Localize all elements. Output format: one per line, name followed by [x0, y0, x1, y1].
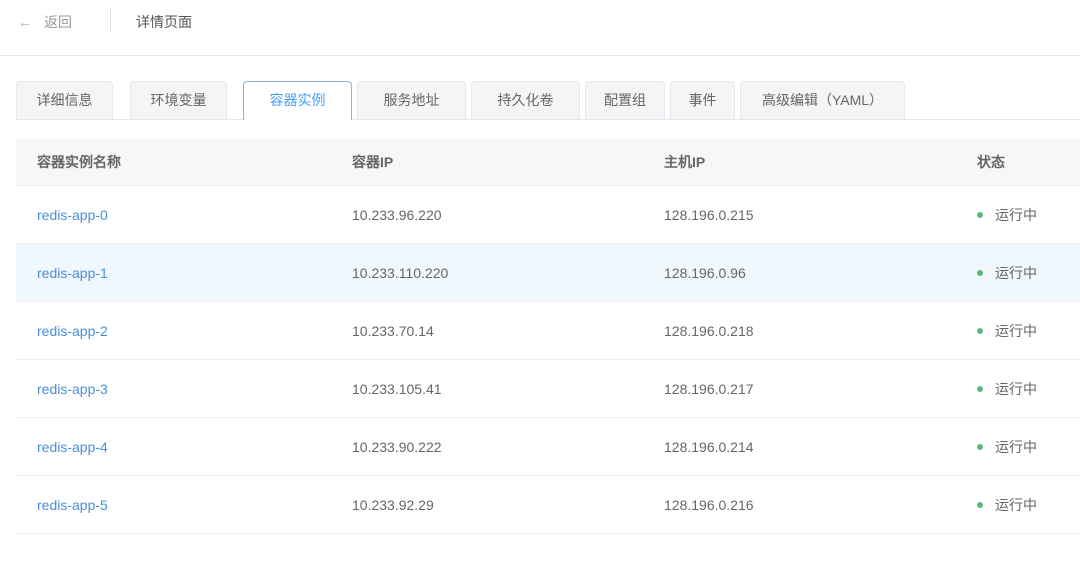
tab-config-group[interactable]: 配置组 — [585, 81, 665, 119]
column-header-status: 状态 — [977, 154, 1005, 170]
host-ip: 128.196.0.217 — [664, 380, 754, 397]
instance-name-link[interactable]: redis-app-2 — [37, 323, 108, 339]
table-header: 容器实例名称 容器IP 主机IP 状态 — [16, 139, 1080, 186]
status-text: 运行中 — [995, 496, 1037, 513]
table-row: redis-app-4 10.233.90.222 128.196.0.214 … — [16, 418, 1080, 476]
column-header-container-ip: 容器IP — [352, 154, 394, 170]
table-row: redis-app-1 10.233.110.220 128.196.0.96 … — [16, 244, 1080, 302]
instance-name-link[interactable]: redis-app-5 — [37, 497, 108, 513]
back-label: 返回 — [44, 14, 72, 30]
tab-yaml-edit[interactable]: 高级编辑（YAML） — [740, 81, 905, 119]
tab-persistent-volumes[interactable]: 持久化卷 — [471, 81, 580, 119]
instance-name-link[interactable]: redis-app-4 — [37, 439, 108, 455]
status: 运行中 — [977, 244, 1037, 301]
container-ip: 10.233.90.222 — [352, 438, 442, 455]
tab-events[interactable]: 事件 — [670, 81, 735, 119]
host-ip: 128.196.0.214 — [664, 438, 754, 455]
tab-env-vars[interactable]: 环境变量 — [130, 81, 227, 119]
status-text: 运行中 — [995, 322, 1037, 339]
tab-details[interactable]: 详细信息 — [16, 81, 113, 119]
top-bar: ← 返回 详情页面 — [0, 0, 1080, 56]
status: 运行中 — [977, 418, 1037, 475]
status-dot-icon — [977, 501, 983, 508]
container-ip: 10.233.110.220 — [352, 264, 449, 281]
status-dot-icon — [977, 327, 983, 334]
instance-name-link[interactable]: redis-app-0 — [37, 207, 108, 223]
host-ip: 128.196.0.216 — [664, 496, 754, 513]
container-ip: 10.233.105.41 — [352, 380, 442, 397]
tab-bar: 详细信息 环境变量 容器实例 服务地址 持久化卷 配置组 事件 高级编辑（YAM… — [16, 81, 1080, 120]
page-title: 详情页面 — [136, 14, 192, 30]
container-ip: 10.233.92.29 — [352, 496, 434, 513]
column-header-name: 容器实例名称 — [37, 154, 121, 170]
tab-service-address[interactable]: 服务地址 — [357, 81, 466, 119]
container-instances-table: 容器实例名称 容器IP 主机IP 状态 redis-app-0 10.233.9… — [16, 139, 1080, 534]
column-header-host-ip: 主机IP — [664, 154, 706, 170]
status: 运行中 — [977, 302, 1037, 359]
table-row: redis-app-5 10.233.92.29 128.196.0.216 运… — [16, 476, 1080, 534]
container-ip: 10.233.96.220 — [352, 206, 442, 223]
table-row: redis-app-0 10.233.96.220 128.196.0.215 … — [16, 186, 1080, 244]
host-ip: 128.196.0.215 — [664, 206, 754, 223]
host-ip: 128.196.0.96 — [664, 264, 746, 281]
container-ip: 10.233.70.14 — [352, 322, 434, 339]
table-row: redis-app-2 10.233.70.14 128.196.0.218 运… — [16, 302, 1080, 360]
status-text: 运行中 — [995, 380, 1037, 397]
host-ip: 128.196.0.218 — [664, 322, 754, 339]
back-button[interactable]: ← 返回 — [18, 12, 72, 32]
status-dot-icon — [977, 269, 983, 276]
status-dot-icon — [977, 385, 983, 392]
status: 运行中 — [977, 476, 1037, 533]
instance-name-link[interactable]: redis-app-1 — [37, 265, 108, 281]
status-dot-icon — [977, 443, 983, 450]
status: 运行中 — [977, 360, 1037, 417]
table-row: redis-app-3 10.233.105.41 128.196.0.217 … — [16, 360, 1080, 418]
status-text: 运行中 — [995, 264, 1037, 281]
status-dot-icon — [977, 211, 983, 218]
status-text: 运行中 — [995, 206, 1037, 223]
status-text: 运行中 — [995, 438, 1037, 455]
arrow-left-icon: ← — [18, 14, 32, 30]
header-divider — [110, 8, 111, 32]
tab-container-instances[interactable]: 容器实例 — [243, 81, 352, 120]
status: 运行中 — [977, 186, 1037, 243]
instance-name-link[interactable]: redis-app-3 — [37, 381, 108, 397]
